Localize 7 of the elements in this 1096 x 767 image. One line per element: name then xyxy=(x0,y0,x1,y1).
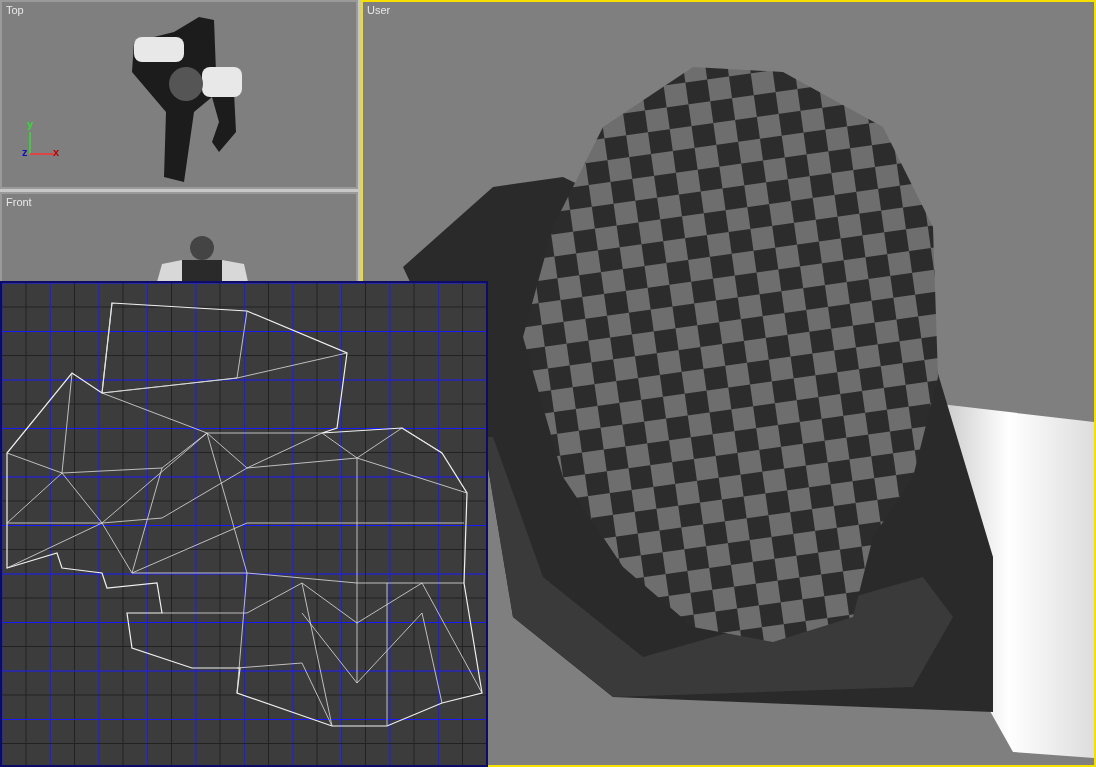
axis-label: z xyxy=(22,145,28,160)
axis-label: y xyxy=(27,117,34,132)
viewport-label[interactable]: Top xyxy=(6,2,24,19)
viewport-label[interactable]: User xyxy=(367,2,391,19)
viewport[interactable]: Top y z x xyxy=(0,0,358,189)
axis-label: x xyxy=(53,145,60,160)
viewport-label[interactable]: Front xyxy=(6,194,32,211)
